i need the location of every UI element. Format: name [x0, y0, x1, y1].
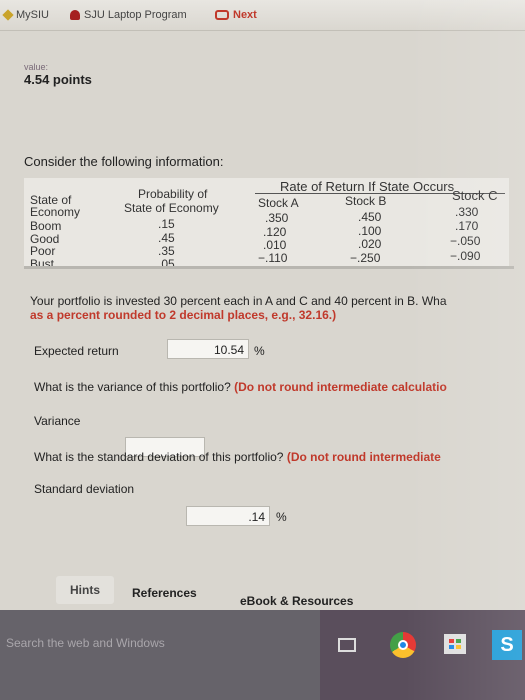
- portfolio-question: Your portfolio is invested 30 percent ea…: [30, 294, 447, 308]
- header-rate-of-return: Rate of Return If State Occurs: [280, 179, 455, 194]
- std-deviation-input[interactable]: .14: [186, 506, 270, 526]
- chrome-icon[interactable]: [390, 632, 416, 658]
- skype-icon[interactable]: S: [492, 630, 522, 660]
- search-placeholder: Search the web and Windows: [6, 636, 165, 650]
- header-stock-a: Stock A: [258, 196, 299, 210]
- hints-button[interactable]: Hints: [56, 576, 114, 604]
- cell-stock-a: .350: [265, 211, 289, 225]
- cell-stock-b: .100: [358, 224, 382, 238]
- points-value: 4.54 points: [24, 72, 92, 87]
- std-deviation-label: Standard deviation: [34, 482, 135, 496]
- browser-tab-bar: MySIU SJU Laptop Program Next: [0, 0, 525, 31]
- cell-stock-b: −.250: [350, 251, 381, 265]
- taskbar-search-box[interactable]: Search the web and Windows: [0, 610, 320, 700]
- cell-stock-a: .120: [263, 225, 287, 239]
- tab-mysiu[interactable]: MySIU: [2, 6, 49, 24]
- value-label: value:: [24, 62, 49, 72]
- header-state-line2: Economy: [30, 205, 81, 219]
- expected-return-label: Expected return: [34, 344, 119, 358]
- cell-stock-b: .020: [358, 237, 382, 251]
- std-deviation-question: What is the standard deviation of this p…: [34, 450, 441, 464]
- expected-return-input[interactable]: 10.54: [167, 339, 249, 359]
- percent-unit: %: [254, 344, 265, 358]
- windows-taskbar: Search the web and Windows S: [0, 610, 525, 700]
- cell-prob: .35: [158, 244, 175, 258]
- screen-glare: [405, 0, 525, 700]
- header-stock-b: Stock B: [345, 194, 387, 208]
- header-prob-line2: State of Economy: [124, 201, 219, 215]
- variance-label: Variance: [34, 414, 81, 428]
- shield-icon: [70, 10, 80, 20]
- cell-stock-c: −.090: [450, 249, 481, 263]
- problem-intro: Consider the following information:: [24, 154, 224, 169]
- cell-stock-b: .450: [358, 210, 382, 224]
- percent-unit: %: [276, 510, 287, 524]
- header-stock-c: Stock C: [452, 188, 498, 203]
- cell-prob: .15: [158, 217, 175, 231]
- cell-stock-c: −.050: [450, 234, 481, 248]
- tab-label: SJU Laptop Program: [84, 9, 187, 21]
- bookmark-icon: [2, 9, 14, 21]
- tab-sju-laptop-program[interactable]: SJU Laptop Program: [70, 6, 187, 24]
- cell-state: Poor: [30, 244, 56, 258]
- references-button[interactable]: References: [132, 586, 197, 600]
- cell-stock-c: .330: [455, 205, 479, 219]
- rounding-instruction: as a percent rounded to 2 decimal places…: [30, 308, 337, 322]
- cell-stock-a: −.110: [258, 251, 288, 265]
- tab-label: Next: [233, 9, 257, 21]
- cell-prob: .45: [158, 231, 175, 245]
- cell-stock-a: .010: [263, 238, 287, 252]
- header-prob-line1: Probability of: [138, 187, 208, 201]
- tab-next[interactable]: Next: [215, 6, 257, 24]
- ebook-resources-button[interactable]: eBook & Resources: [240, 594, 353, 608]
- table-bottom-divider: [24, 266, 514, 269]
- tab-label: MySIU: [16, 9, 49, 21]
- window-icon: [215, 10, 229, 20]
- variance-question: What is the variance of this portfolio? …: [34, 380, 447, 394]
- store-icon[interactable]: [444, 634, 466, 654]
- task-view-icon[interactable]: [338, 638, 356, 652]
- cell-state: Boom: [30, 219, 62, 233]
- cell-stock-c: .170: [455, 219, 479, 233]
